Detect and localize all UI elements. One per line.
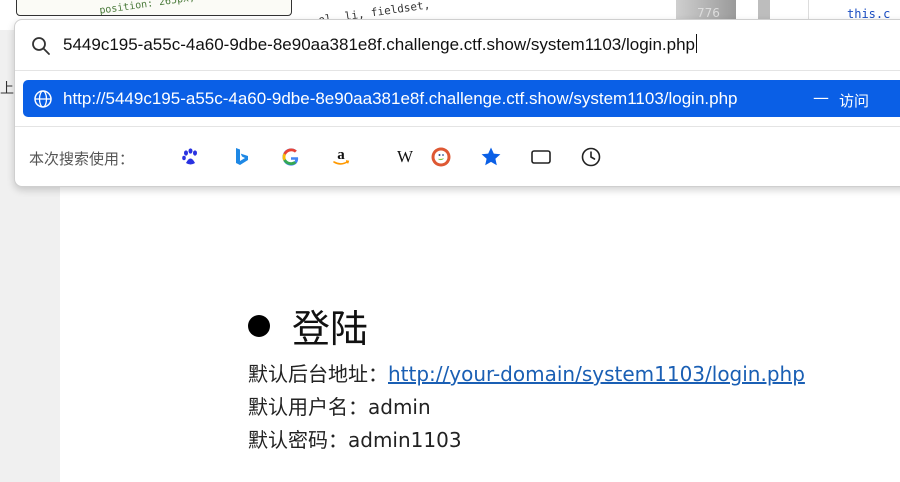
wikipedia-icon: W bbox=[397, 147, 414, 166]
address-input[interactable]: 5449c195-a55c-4a60-9dbe-8e90aa381e8f.cha… bbox=[63, 34, 697, 55]
background-side-char: 上 bbox=[0, 81, 14, 97]
bookmarks-button[interactable] bbox=[478, 144, 504, 170]
clock-icon bbox=[581, 147, 601, 167]
backend-link[interactable]: http://your-domain/system1103/login.php bbox=[388, 362, 805, 386]
section-heading: 登陆 bbox=[248, 298, 368, 353]
background-code-text: position: 265px; bbox=[98, 0, 196, 16]
address-bar-dropdown: 5449c195-a55c-4a60-9dbe-8e90aa381e8f.cha… bbox=[14, 19, 900, 187]
suggestion-separator: — bbox=[813, 88, 829, 107]
username-value: admin bbox=[368, 395, 431, 419]
page-content: 登陆 默认后台地址：http://your-domain/system1103/… bbox=[60, 186, 900, 482]
password-line: 默认密码：admin1103 bbox=[248, 424, 462, 453]
tabs-button[interactable] bbox=[528, 144, 554, 170]
text-caret bbox=[695, 34, 697, 53]
globe-icon bbox=[34, 90, 52, 108]
heading-text: 登陆 bbox=[292, 307, 369, 351]
address-input-value: 5449c195-a55c-4a60-9dbe-8e90aa381e8f.cha… bbox=[63, 35, 695, 54]
divider bbox=[15, 126, 900, 127]
background-code-card: position: 265px; bbox=[16, 0, 292, 16]
svg-text:a: a bbox=[337, 147, 345, 163]
wikipedia-button[interactable]: W bbox=[392, 144, 418, 170]
bullet-icon bbox=[248, 314, 270, 337]
username-label: 默认用户名： bbox=[248, 395, 368, 419]
history-button[interactable] bbox=[578, 144, 604, 170]
duckduckgo-icon bbox=[431, 147, 451, 167]
google-icon bbox=[282, 148, 299, 166]
password-label: 默认密码： bbox=[248, 428, 348, 452]
suggestion-item[interactable]: http://5449c195-a55c-4a60-9dbe-8e90aa381… bbox=[23, 80, 900, 117]
suggestion-action: 访问 bbox=[839, 92, 870, 110]
backend-label: 默认后台地址： bbox=[248, 362, 388, 386]
address-bar[interactable]: 5449c195-a55c-4a60-9dbe-8e90aa381e8f.cha… bbox=[15, 20, 900, 70]
password-value: admin1103 bbox=[348, 428, 462, 452]
amazon-icon: a bbox=[333, 147, 350, 165]
duckduckgo-button[interactable] bbox=[428, 144, 454, 170]
baidu-button[interactable] bbox=[178, 144, 204, 170]
divider bbox=[15, 70, 900, 71]
search-engines-label: 本次搜索使用： bbox=[29, 150, 135, 168]
background-number: 776 bbox=[697, 6, 720, 20]
backend-address-line: 默认后台地址：http://your-domain/system1103/log… bbox=[248, 358, 805, 387]
bing-button[interactable] bbox=[228, 144, 254, 170]
username-line: 默认用户名：admin bbox=[248, 391, 431, 420]
tab-icon bbox=[531, 150, 551, 164]
background-block bbox=[758, 0, 770, 20]
baidu-icon bbox=[182, 148, 197, 165]
google-button[interactable] bbox=[278, 144, 304, 170]
search-icon bbox=[32, 37, 50, 55]
suggestion-url: http://5449c195-a55c-4a60-9dbe-8e90aa381… bbox=[63, 89, 738, 108]
svg-text:W: W bbox=[397, 147, 414, 166]
star-icon bbox=[481, 147, 501, 166]
bing-icon bbox=[236, 148, 248, 165]
amazon-button[interactable]: a bbox=[328, 144, 354, 170]
